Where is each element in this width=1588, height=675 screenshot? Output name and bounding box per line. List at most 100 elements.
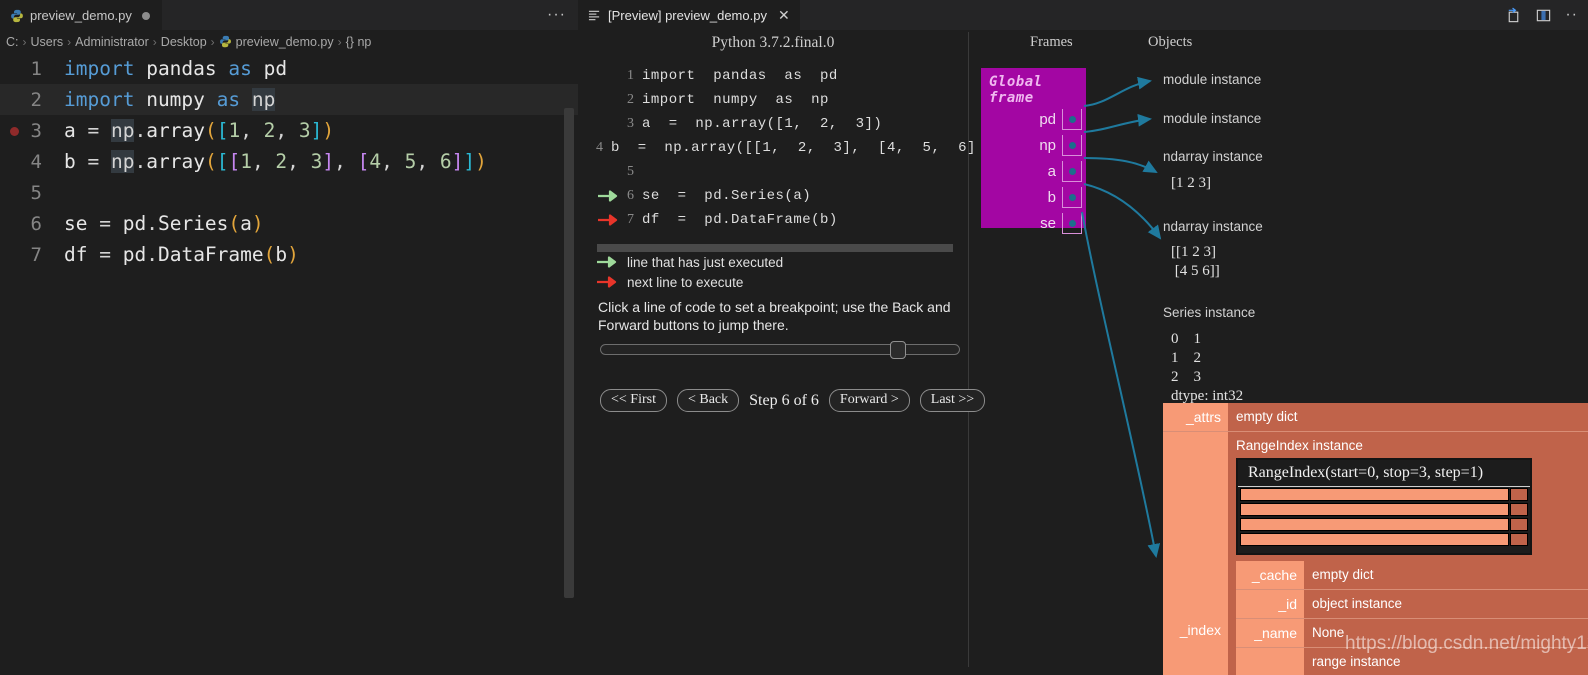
line-number: 2 bbox=[627, 92, 634, 107]
code-line[interactable]: 1 import pandas as pd bbox=[0, 53, 578, 84]
line-content: import numpy as np bbox=[64, 88, 276, 111]
line-content: a = np.array([1, 2, 3]) bbox=[642, 116, 883, 132]
breadcrumb-item-drive[interactable]: C: bbox=[6, 35, 19, 49]
global-frame-title: Global frame bbox=[989, 74, 1043, 106]
preview-tab[interactable]: [Preview] preview_demo.py ✕ bbox=[578, 0, 800, 30]
object-label-ndarray-2: ndarray instance bbox=[1163, 219, 1263, 234]
variable-name: b bbox=[1047, 188, 1056, 206]
preview-code-line[interactable]: 7 df = pd.DataFrame(b) bbox=[596, 208, 968, 232]
slider-track[interactable] bbox=[600, 344, 960, 355]
split-editor-right-icon[interactable] bbox=[1505, 7, 1522, 24]
line-number: 4 bbox=[596, 140, 603, 155]
preview-code-line[interactable]: 4 b = np.array([[1, 2, 3], [4, 5, 6] bbox=[596, 136, 975, 160]
more-actions-icon[interactable]: ··· bbox=[547, 7, 566, 23]
python-version-label: Python 3.7.2.final.0 bbox=[711, 34, 835, 51]
code-line[interactable]: 5 bbox=[0, 177, 578, 208]
breadcrumb-item-file[interactable]: preview_demo.py bbox=[236, 35, 334, 49]
code-editor[interactable]: 1 import pandas as pd 2 import numpy as … bbox=[0, 53, 578, 675]
line-number: 7 bbox=[30, 243, 42, 266]
legend-label: next line to execute bbox=[627, 274, 744, 290]
rangeindex-cell-row bbox=[1240, 503, 1528, 516]
line-content: df = pd.DataFrame(b) bbox=[64, 243, 299, 266]
line-number: 1 bbox=[30, 57, 42, 80]
code-line[interactable]: 4 b = np.array([[1, 2, 3], [4, 5, 6]]) bbox=[0, 146, 578, 177]
breakpoint-dot-icon[interactable] bbox=[10, 127, 19, 136]
back-button[interactable]: < Back bbox=[676, 389, 740, 412]
preview-tabbar: [Preview] preview_demo.py ✕ ·· bbox=[578, 0, 1588, 30]
code-line[interactable]: 7 df = pd.DataFrame(b) bbox=[0, 239, 578, 270]
editor-tabbar: preview_demo.py ··· bbox=[0, 0, 578, 30]
cell-side bbox=[1510, 488, 1528, 501]
code-line[interactable]: 6 se = pd.Series(a) bbox=[0, 208, 578, 239]
frame-variable-a: a bbox=[981, 158, 1086, 184]
line-content: import numpy as np bbox=[642, 92, 829, 108]
first-button[interactable]: << First bbox=[600, 389, 667, 412]
rangeindex-cells bbox=[1238, 487, 1530, 550]
preview-code-line[interactable]: 1 import pandas as pd bbox=[596, 64, 968, 88]
breadcrumb-item-desktop[interactable]: Desktop bbox=[161, 35, 207, 49]
code-line[interactable]: 2 import numpy as np bbox=[0, 84, 578, 115]
step-slider[interactable] bbox=[600, 341, 960, 359]
cell-main bbox=[1240, 488, 1509, 501]
editor-vertical-scrollbar[interactable] bbox=[564, 108, 574, 598]
editor-pane: preview_demo.py ··· C: › Users › Adminis… bbox=[0, 0, 578, 675]
line-content: import pandas as pd bbox=[64, 57, 288, 80]
just-executed-arrow-icon bbox=[598, 190, 620, 202]
line-number: 5 bbox=[30, 181, 42, 204]
table-row: _cache empty dict bbox=[1236, 561, 1588, 590]
editor-tab-preview-demo[interactable]: preview_demo.py bbox=[0, 0, 162, 30]
object-value-series: 0 1 1 2 2 3 dtype: int32 bbox=[1171, 331, 1244, 404]
line-number: 5 bbox=[627, 164, 634, 179]
cell-main bbox=[1240, 518, 1509, 531]
frame-variable-se: se bbox=[981, 210, 1086, 236]
cell-main bbox=[1240, 533, 1509, 546]
field-key-cache: _cache bbox=[1236, 561, 1304, 589]
breadcrumb-item-administrator[interactable]: Administrator bbox=[75, 35, 149, 49]
frame-variable-np: np bbox=[981, 132, 1086, 158]
object-label-ndarray-1: ndarray instance bbox=[1163, 149, 1263, 164]
object-value-ndarray-2: [[1 2 3] [4 5 6]] bbox=[1171, 244, 1220, 279]
breadcrumb: C: › Users › Administrator › Desktop › p… bbox=[0, 30, 578, 53]
line-content: se = pd.Series(a) bbox=[64, 212, 264, 235]
legend-item-just-executed: line that has just executed bbox=[597, 252, 967, 272]
editor-tab-label: preview_demo.py bbox=[30, 8, 132, 23]
preview-code-line[interactable]: 6 se = pd.Series(a) bbox=[596, 184, 968, 208]
more-icon[interactable]: ·· bbox=[1565, 7, 1578, 23]
preview-code-line[interactable]: 2 import numpy as np bbox=[596, 88, 968, 112]
breadcrumb-item-symbol[interactable]: {} np bbox=[346, 35, 372, 49]
screenshot-root: preview_demo.py ··· C: › Users › Adminis… bbox=[0, 0, 1588, 675]
variable-name: a bbox=[1047, 162, 1056, 180]
step-counter-label: Step 6 of 6 bbox=[749, 391, 819, 409]
line-content: import pandas as pd bbox=[642, 68, 838, 84]
legend-label: line that has just executed bbox=[627, 254, 784, 270]
split-panel-icon[interactable] bbox=[1535, 7, 1552, 24]
rangeindex-box: RangeIndex(start=0, stop=3, step=1) bbox=[1236, 458, 1532, 555]
slider-thumb[interactable] bbox=[890, 341, 906, 359]
table-key-index-label: _index bbox=[1179, 622, 1221, 638]
preview-horizontal-scrollbar[interactable] bbox=[597, 244, 953, 252]
forward-button[interactable]: Forward > bbox=[828, 389, 910, 412]
last-button[interactable]: Last >> bbox=[919, 389, 986, 412]
table-row: _attrs empty dict bbox=[1163, 403, 1588, 432]
line-number: 1 bbox=[627, 68, 634, 83]
close-icon[interactable]: ✕ bbox=[778, 7, 790, 24]
object-label-module-2: module instance bbox=[1163, 111, 1262, 126]
frames-column-header: Frames bbox=[1030, 34, 1073, 50]
just-executed-arrow-icon bbox=[597, 256, 619, 268]
variable-name: pd bbox=[1039, 110, 1056, 128]
preview-pane: [Preview] preview_demo.py ✕ ·· Python 3.… bbox=[578, 0, 1588, 675]
line-content: b = np.array([[1, 2, 3], [4, 5, 6] bbox=[611, 140, 976, 156]
breadcrumb-separator-icon: › bbox=[67, 34, 72, 49]
legend-item-next-line: next line to execute bbox=[597, 272, 967, 292]
preview-code-line[interactable]: 5 bbox=[596, 160, 968, 184]
breadcrumb-item-users[interactable]: Users bbox=[31, 35, 64, 49]
field-key-range bbox=[1236, 648, 1304, 675]
field-value-cache: empty dict bbox=[1304, 561, 1588, 589]
field-key-id: _id bbox=[1236, 590, 1304, 618]
rangeindex-label: RangeIndex instance bbox=[1236, 438, 1363, 453]
preview-code-line[interactable]: 3 a = np.array([1, 2, 3]) bbox=[596, 112, 968, 136]
frame-variable-pd: pd bbox=[981, 106, 1086, 132]
code-line[interactable]: 3 a = np.array([1, 2, 3]) bbox=[0, 115, 578, 146]
preview-code-listing[interactable]: 1 import pandas as pd 2 import numpy as … bbox=[596, 64, 975, 232]
python-icon bbox=[10, 9, 24, 23]
